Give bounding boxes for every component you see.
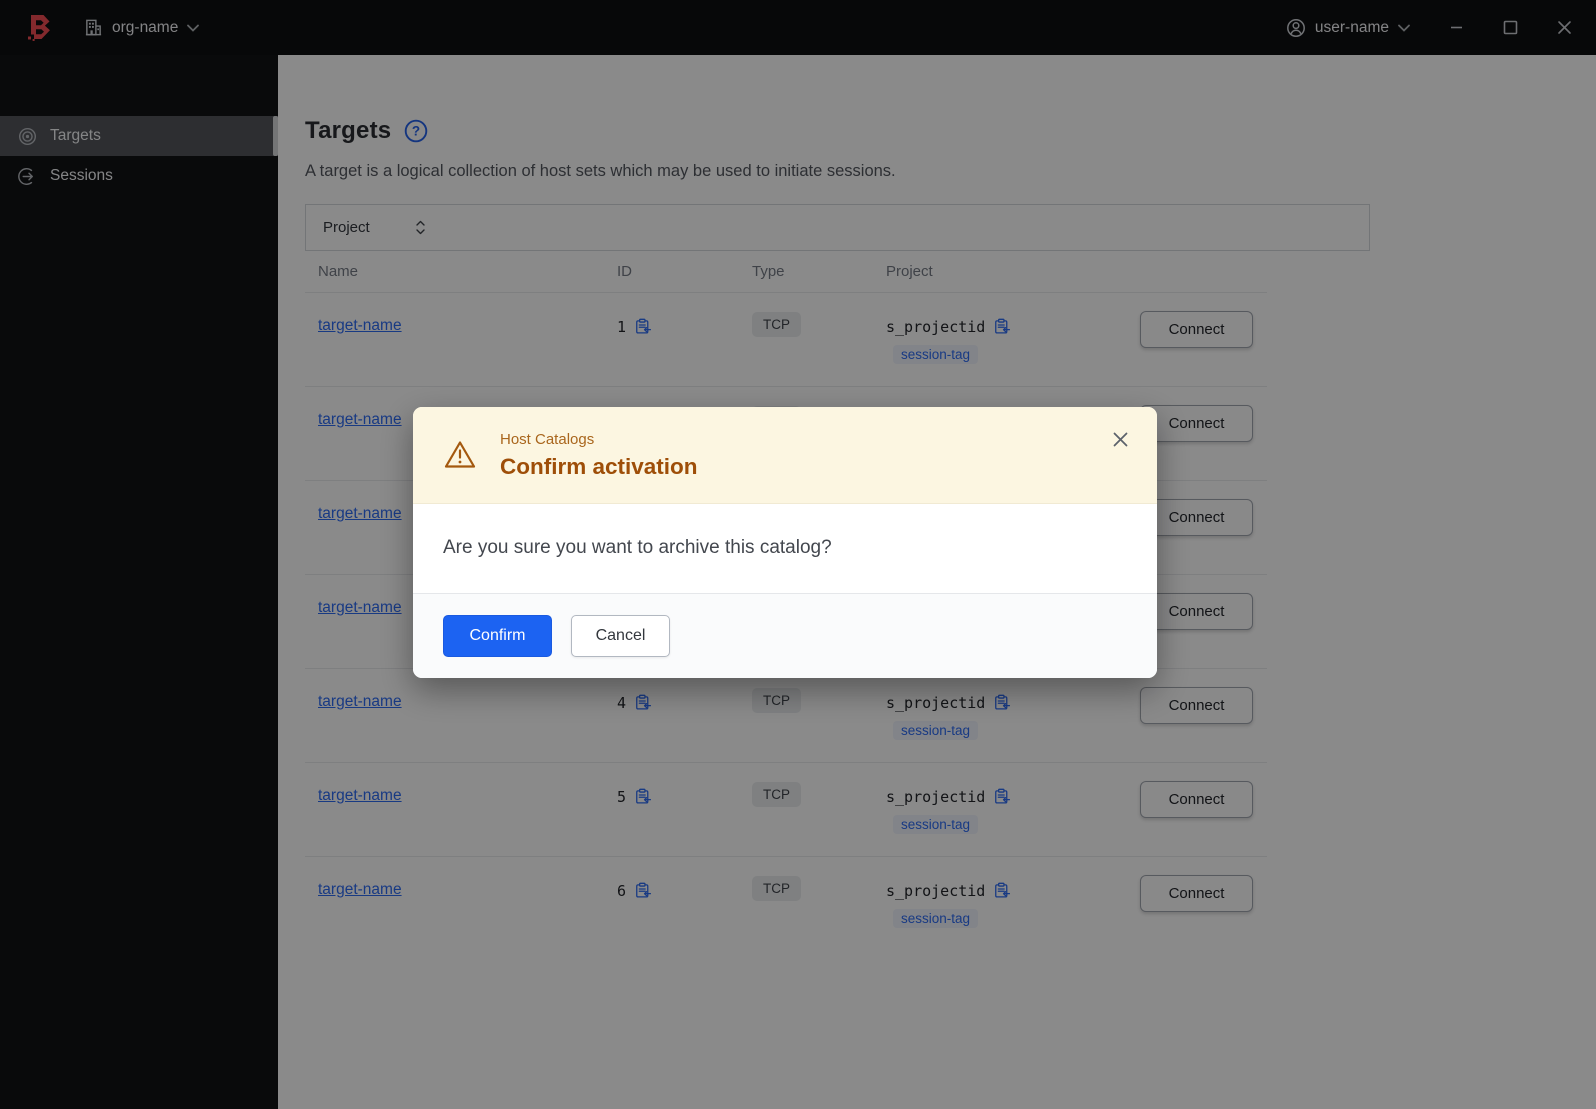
dialog-footer: Confirm Cancel	[413, 593, 1157, 678]
close-icon	[1113, 432, 1128, 447]
cancel-button[interactable]: Cancel	[571, 615, 670, 657]
confirm-dialog: Host Catalogs Confirm activation Are you…	[413, 407, 1157, 678]
dialog-message: Are you sure you want to archive this ca…	[443, 537, 832, 558]
confirm-button[interactable]: Confirm	[443, 615, 552, 657]
dialog-context-label: Host Catalogs	[500, 430, 595, 448]
dialog-close-button[interactable]	[1110, 429, 1131, 450]
dialog-title: Confirm activation	[500, 453, 698, 479]
warning-triangle-icon	[444, 441, 476, 468]
dialog-header: Host Catalogs Confirm activation	[413, 407, 1157, 504]
